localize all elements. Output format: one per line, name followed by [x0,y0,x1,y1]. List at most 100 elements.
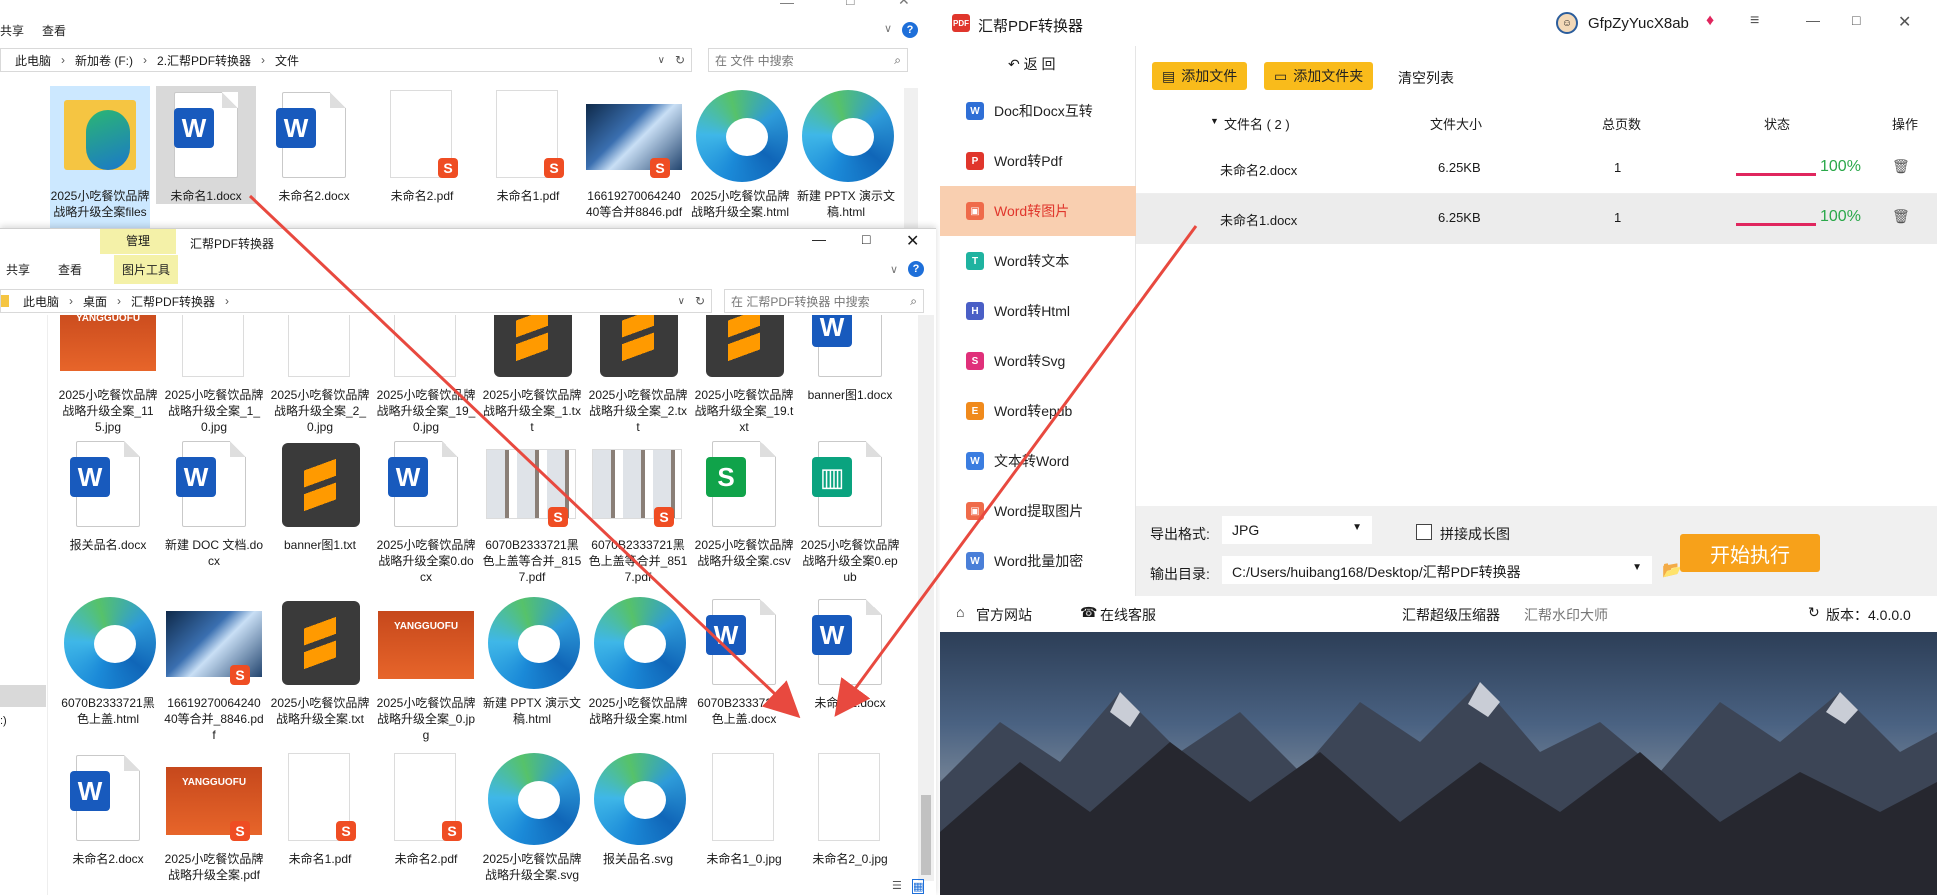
sidebar-item[interactable]: T Word转文本 [940,236,1136,286]
file-item[interactable]: W 报关品名.docx [58,435,158,553]
minimize-icon[interactable]: — [1806,12,1820,28]
file-item[interactable]: Wbanner图1.docx [800,315,900,403]
file-item[interactable]: S 未命名2.pdf [372,86,472,204]
file-item[interactable]: 报关品名.svg [588,749,688,867]
file-item[interactable]: W 未命名1.docx [156,86,256,204]
crumb-folder1[interactable]: 2.汇帮PDF转换器 [157,52,251,69]
export-format-select[interactable]: JPG ▼ [1222,516,1372,544]
sidebar-item[interactable]: ▣ Word转图片 [940,186,1136,236]
file-item[interactable]: 2025小吃餐饮品牌战略升级全案files [50,86,150,250]
table-row[interactable]: 未命名1.docx 6.25KB 1 100% 🗑 [1136,194,1937,244]
minimize-icon[interactable]: — [780,0,794,10]
table-row[interactable]: 未命名2.docx 6.25KB 1 100% 🗑 [1136,144,1937,194]
file-item[interactable]: YANGGUOFU S 2025小吃餐饮品牌战略升级全案.pdf [164,749,264,883]
nav-pane[interactable]: :) [0,315,48,895]
file-item[interactable]: 2025小吃餐饮品牌战略升级全案_19_0.jpg [376,315,476,435]
sidebar-item[interactable]: W Word批量加密 [940,536,1136,586]
file-item[interactable]: 未命名2_0.jpg [800,749,900,867]
delete-icon[interactable]: 🗑 [1892,208,1910,225]
maximize-icon[interactable]: □ [846,0,854,8]
file-item[interactable]: 2025小吃餐饮品牌战略升级全案_1_0.jpg [164,315,264,435]
file-item[interactable]: 6070B2333721黑色上盖.html [58,593,158,727]
file-item[interactable]: 2025小吃餐饮品牌战略升级全案_19.txt [694,315,794,435]
file-item[interactable]: S 2025小吃餐饮品牌战略升级全案.csv [694,435,794,569]
address-bar-back[interactable]: 此电脑 › 新加卷 (F:) › 2.汇帮PDF转换器 › 文件 ∨ ↻ [0,48,692,72]
nav-selected-item[interactable] [0,685,46,707]
file-item[interactable]: W 未命名2.docx [58,749,158,867]
crumb-drive[interactable]: 新加卷 (F:) [75,52,133,69]
sidebar-item[interactable]: E Word转epub [940,386,1136,436]
file-item[interactable]: 2025小吃餐饮品牌战略升级全案.svg [482,749,582,883]
refresh-version-icon[interactable]: ↻ [1808,604,1820,621]
sidebar-item[interactable]: W 文本转Word [940,436,1136,486]
crumb-pc[interactable]: 此电脑 [15,52,51,69]
manage-tab[interactable]: 管理 [100,229,176,254]
maximize-icon[interactable]: □ [1852,12,1860,28]
file-item[interactable]: S 1661927006424040等合并_8846.pdf [164,593,264,743]
menu-icon[interactable]: ≡ [1750,12,1759,30]
support-link[interactable]: 在线客服 [1100,605,1156,625]
address-dropdown-icon[interactable]: ∨ [678,296,685,307]
file-item[interactable]: YANGGUOFU 2025小吃餐饮品牌战略升级全案_0.jpg [376,593,476,743]
delete-icon[interactable]: 🗑 [1892,158,1910,175]
file-item[interactable]: 2025小吃餐饮品牌战略升级全案_2.txt [588,315,688,435]
search-input-front[interactable]: 在 汇帮PDF转换器 中搜索 ⌕ [724,289,924,313]
close-icon[interactable]: ✕ [906,231,919,251]
add-file-button[interactable]: ▤ 添加文件 [1152,62,1248,90]
compressor-link[interactable]: 汇帮超级压缩器 [1402,605,1500,625]
ribbon-share-tab[interactable]: 共享 [6,261,30,278]
col-filename[interactable]: 文件名 ( 2 ) [1224,114,1290,133]
ribbon-share-tab[interactable]: 共享 [0,22,24,39]
file-item[interactable]: 新建 PPTX 演示文稿.html [796,86,896,220]
scrollbar-thumb[interactable] [921,795,931,875]
close-icon[interactable]: ✕ [898,0,910,9]
output-dir-select[interactable]: C:/Users/huibang168/Desktop/汇帮PDF转换器 ▼ [1222,556,1652,584]
ribbon-view-tab[interactable]: 查看 [42,22,66,39]
crumb-pc[interactable]: 此电脑 [23,293,59,310]
large-icons-view-icon[interactable]: ▦ [912,879,925,894]
close-icon[interactable]: ✕ [1898,12,1911,32]
refresh-icon[interactable]: ↻ [695,294,705,308]
file-item[interactable]: 未命名1_0.jpg [694,749,794,867]
crumb-folder2[interactable]: 文件 [275,52,299,69]
sidebar-item[interactable]: ▣ Word提取图片 [940,486,1136,536]
scrollbar-front[interactable] [918,315,934,881]
website-link[interactable]: 官方网站 [976,605,1032,625]
file-item[interactable]: S 6070B2333721黑色上盖等合并_8517.pdf [588,435,688,585]
avatar[interactable]: ☺ [1556,12,1578,34]
clear-list-button[interactable]: 清空列表 [1398,68,1454,88]
ribbon-view-tab[interactable]: 查看 [58,261,82,278]
refresh-icon[interactable]: ↻ [675,53,685,67]
file-item[interactable]: S 未命名2.pdf [376,749,476,867]
scrollbar-back[interactable] [904,88,918,248]
file-item[interactable]: S 未命名1.pdf [270,749,370,867]
crumb-folder[interactable]: 汇帮PDF转换器 [131,293,215,310]
search-input-back[interactable]: 在 文件 中搜索 ⌕ [708,48,908,72]
file-item[interactable]: YANGGUOFU 2025小吃餐饮品牌战略升级全案_115.jpg [58,315,158,435]
file-item[interactable]: 2025小吃餐饮品牌战略升级全案.html [588,593,688,727]
file-item[interactable]: 2025小吃餐饮品牌战略升级全案.html [690,86,790,220]
minimize-icon[interactable]: — [812,231,826,247]
sidebar-item[interactable]: H Word转Html [940,286,1136,336]
help-icon[interactable]: ? [908,261,924,277]
sidebar-item[interactable]: S Word转Svg [940,336,1136,386]
file-item[interactable]: 2025小吃餐饮品牌战略升级全案.txt [270,593,370,727]
add-folder-button[interactable]: ▭ 添加文件夹 [1264,62,1374,90]
crumb-desktop[interactable]: 桌面 [83,293,107,310]
file-item[interactable]: W 未命名1.docx [800,593,900,711]
file-item[interactable]: S 6070B2333721黑色上盖等合并_8157.pdf [482,435,582,585]
file-item[interactable]: S 1661927006424040等合并8846.pdf [584,86,684,220]
help-icon[interactable]: ? [902,22,918,38]
chevron-down-icon[interactable]: ∨ [890,263,898,276]
picture-tools-tab[interactable]: 图片工具 [114,254,179,284]
sidebar-item[interactable]: W Doc和Docx互转 [940,86,1136,136]
address-dropdown-icon[interactable]: ∨ [658,55,665,66]
file-item[interactable]: 2025小吃餐饮品牌战略升级全案_1.txt [482,315,582,435]
file-item[interactable]: ▥ 2025小吃餐饮品牌战略升级全案0.epub [800,435,900,585]
sort-icon[interactable]: ▼ [1210,116,1219,126]
chevron-down-icon[interactable]: ∨ [884,22,892,35]
file-item[interactable]: W 新建 DOC 文档.docx [164,435,264,569]
file-item[interactable]: S 未命名1.pdf [478,86,578,204]
file-item[interactable]: W 6070B2333721黑色上盖.docx [694,593,794,727]
sidebar-item[interactable]: P Word转Pdf [940,136,1136,186]
